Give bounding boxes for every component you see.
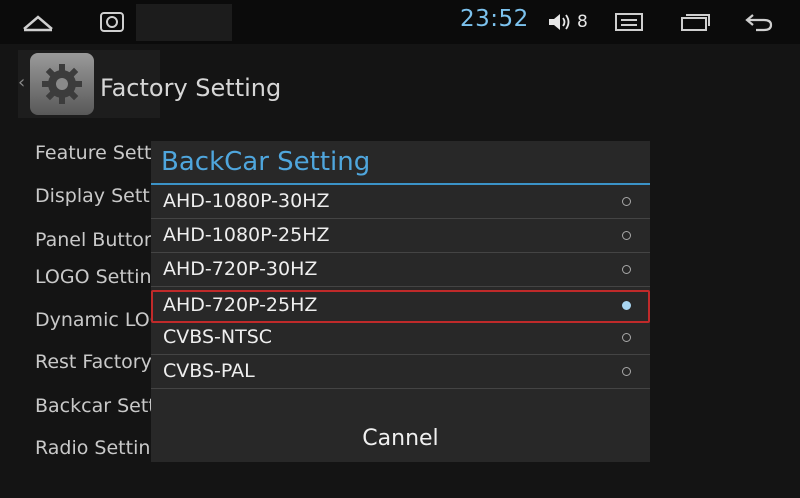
volume-icon[interactable]: [547, 12, 571, 36]
radio-icon[interactable]: [622, 231, 631, 240]
radio-icon[interactable]: [622, 333, 631, 342]
option-label: CVBS-NTSC: [163, 326, 273, 348]
radio-selected-icon[interactable]: [622, 301, 631, 310]
option-label: AHD-720P-30HZ: [163, 258, 318, 280]
recent-apps-icon[interactable]: [678, 0, 712, 44]
backcar-setting-dialog: BackCar Setting AHD-1080P-30HZ AHD-1080P…: [151, 141, 650, 462]
option-label: AHD-1080P-25HZ: [163, 224, 330, 246]
option-ahd-720p-30hz[interactable]: AHD-720P-30HZ: [151, 254, 650, 287]
gear-icon: [30, 53, 94, 115]
menu-item-feature-setting[interactable]: Feature Setting: [35, 142, 151, 164]
menu-item-logo-setting[interactable]: LOGO Setting: [35, 266, 151, 288]
gallery-icon[interactable]: [96, 0, 128, 44]
menu-item-panel-button[interactable]: Panel Button: [35, 229, 151, 251]
clock: 23:52: [460, 6, 529, 32]
page-title: Factory Setting: [100, 74, 282, 102]
menu-item-display-setting[interactable]: Display Setting: [35, 185, 151, 207]
radio-icon[interactable]: [622, 367, 631, 376]
option-label: AHD-1080P-30HZ: [163, 190, 330, 212]
radio-icon[interactable]: [622, 265, 631, 274]
option-ahd-1080p-25hz[interactable]: AHD-1080P-25HZ: [151, 220, 650, 253]
dialog-divider: [151, 183, 650, 185]
cancel-button[interactable]: Cannel: [151, 416, 650, 460]
volume-level: 8: [577, 12, 588, 32]
option-label: AHD-720P-25HZ: [163, 294, 318, 316]
back-icon[interactable]: [742, 0, 776, 44]
option-ahd-1080p-30hz[interactable]: AHD-1080P-30HZ: [151, 186, 650, 219]
option-cvbs-ntsc[interactable]: CVBS-NTSC: [151, 322, 650, 355]
home-icon[interactable]: [18, 0, 58, 44]
menu-item-rest-factory[interactable]: Rest Factory: [35, 351, 151, 373]
menu-item-backcar-setting[interactable]: Backcar Setting: [35, 395, 151, 417]
radio-icon[interactable]: [622, 197, 631, 206]
menu-item-dynamic-logo[interactable]: Dynamic LOGO: [35, 309, 151, 331]
chevron-left-icon[interactable]: ‹: [18, 72, 25, 93]
option-label: CVBS-PAL: [163, 360, 255, 382]
option-cvbs-pal[interactable]: CVBS-PAL: [151, 356, 650, 389]
menu-item-radio-setting[interactable]: Radio Setting: [35, 437, 151, 459]
dialog-title: BackCar Setting: [161, 147, 371, 177]
menu-icon[interactable]: [612, 0, 646, 44]
notification-area: [136, 4, 232, 41]
status-bar: 23:52 8: [0, 0, 800, 44]
option-ahd-720p-25hz[interactable]: AHD-720P-25HZ: [151, 290, 650, 323]
